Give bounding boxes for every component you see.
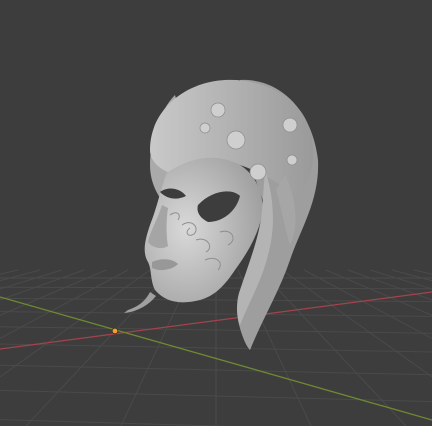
3d-viewport[interactable] bbox=[0, 0, 432, 426]
floor-grid bbox=[0, 269, 432, 426]
grid-line bbox=[0, 269, 151, 378]
grid-line bbox=[281, 269, 432, 378]
grid-line bbox=[325, 269, 432, 316]
grid-line bbox=[0, 269, 107, 316]
grid-line bbox=[259, 269, 407, 426]
mask-model[interactable] bbox=[124, 79, 319, 351]
grid-line bbox=[0, 269, 85, 301]
object-origin-dot[interactable] bbox=[111, 327, 119, 335]
viewport-canvas[interactable] bbox=[0, 0, 432, 426]
chin-tassel bbox=[124, 292, 156, 313]
